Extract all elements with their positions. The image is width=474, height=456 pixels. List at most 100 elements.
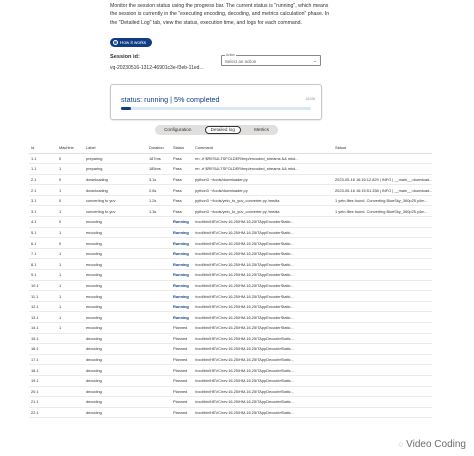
how-it-works-button[interactable]: ? How it works [110,38,153,47]
table-row[interactable]: 2.1 1 downloading 2.6s Pass python3 ~/tools/d… [29,184,432,196]
cell-status: Pass [171,195,193,207]
cell-command: /root/bin/HEVC/rev.16.25/HM-16.25/TAppDe… [193,343,333,355]
cell-command: /root/bin/HEVC/rev.16.25/HM-16.25/TAppEn… [193,258,333,271]
table-header-row: Id Machine Label Duration Status Command Stdou… [29,143,432,154]
session-id-label: Session id: [110,54,140,60]
table-row[interactable]: 5.1 1 encoding Running/root/bin/HEVC/rev.16… [29,227,432,239]
cell-stdout [333,153,432,165]
table-row[interactable]: 22.1 decoding Planned/root/bin/HEVC/rev.16… [29,407,432,419]
cell-duration: 1.3s [147,205,171,218]
progress-fill [121,107,131,110]
table-row[interactable]: 18.1 decoding Planned/root/bin/HEVC/rev.16… [29,364,432,376]
table-row[interactable]: 8.1 1 encoding Running/root/bin/HEVC/rev.16… [29,258,432,271]
table-row[interactable]: 10.1 1 encoding Running/root/bin/HEVC/rev.1… [29,280,432,292]
cell-status: Planned [171,407,193,419]
cell-id: 2.1 [29,174,57,186]
cell-machine: 0 [57,174,84,186]
action-placeholder: Select an action [225,59,257,64]
cell-stdout: 2023-05-16 16:15:51.338 | INFO | __main_… [333,184,432,196]
cell-machine: 1 [57,301,84,313]
cell-id: 11.1 [29,290,57,302]
table-row[interactable]: 16.1 decoding Planned/root/bin/HEVC/rev.16… [29,343,432,355]
cell-status: Running [171,280,193,292]
table-row[interactable]: 3.1 0 converting to yuv 1.2s Pass python3 ~/t… [29,195,432,207]
cell-duration: 3.1s [147,174,171,186]
cell-id: 1.1 [29,153,57,165]
cell-stdout: 1 yeln-files found. Converting BlueSky_3… [333,195,432,207]
cell-duration [147,333,171,345]
cell-machine [57,407,84,419]
cell-stdout [333,163,432,175]
tab-configuration[interactable]: Configuration [159,126,196,134]
cell-duration [147,311,171,323]
action-legend: Action [225,53,236,57]
cell-status: Running [171,269,193,281]
cell-duration [147,386,171,398]
wechat-icon: ◌ [398,440,404,449]
table-row[interactable]: 2.1 0 downloading 3.1s Pass python3 ~/tools/d… [29,174,432,186]
table-row[interactable]: 1.1 1 preparing 185ms Pass rm -rf $RESULTSFOL… [29,163,432,175]
cell-stdout [333,396,432,408]
cell-command: /root/bin/HEVC/rev.16.25/HM-16.25/TAppEn… [193,301,333,313]
cell-stdout [333,343,432,355]
column-header-status[interactable]: Status [171,143,193,154]
cell-machine: 0 [57,153,84,165]
table-row[interactable]: 3.1 1 converting to yuv 1.3s Pass python3 ~/t… [29,205,432,218]
tab-metrics[interactable]: Metrics [249,126,274,134]
cell-label: encoding [84,227,147,239]
column-header-id[interactable]: Id [29,143,57,154]
table-row[interactable]: 12.1 1 encoding Running/root/bin/HEVC/rev.1… [29,301,432,313]
table-row[interactable]: 21.1 decoding Planned/root/bin/HEVC/rev.16… [29,396,432,408]
table-row[interactable]: 17.1 decoding Planned/root/bin/HEVC/rev.16… [29,354,432,366]
table-row[interactable]: 20.1 decoding Planned/root/bin/HEVC/rev.16… [29,386,432,398]
cell-command: /root/bin/HEVC/rev.16.25/HM-16.25/TAppDe… [193,354,333,366]
cell-label: downloading [84,184,147,196]
table-row[interactable]: 15.1 decoding Planned/root/bin/HEVC/rev.16… [29,333,432,345]
cell-stdout [333,354,432,366]
cell-status: Planned [171,386,193,398]
table-row[interactable]: 14.1 1 encoding Planned/root/bin/HEVC/rev.1… [29,322,432,334]
cell-label: decoding [84,354,147,366]
column-header-duration[interactable]: Duration [147,143,171,154]
cell-stdout [333,322,432,334]
cell-stdout [333,364,432,376]
table-row[interactable]: 4.1 0 encoding Running/root/bin/HEVC/rev.16… [29,216,432,228]
cell-label: decoding [84,386,147,398]
table-row[interactable]: 13.1 1 encoding Running/root/bin/HEVC/rev.1… [29,311,432,323]
column-header-command[interactable]: Command [193,143,333,154]
cell-command: rm -rf $RESULTSFOLDER/tmp/encoded_stream… [193,163,333,175]
cell-duration [147,258,171,271]
cell-id: 5.1 [29,227,57,239]
cell-status: Planned [171,396,193,408]
detailed-log-table: Id Machine Label Duration Status Command Stdou… [29,143,432,419]
cell-command: /root/bin/HEVC/rev.16.25/HM-16.25/TAppDe… [193,407,333,419]
action-select[interactable]: Action Select an action ⌄ [221,53,321,66]
cell-command: /root/bin/HEVC/rev.16.25/HM-16.25/TAppEn… [193,290,333,302]
table-row[interactable]: 11.1 1 encoding Running/root/bin/HEVC/rev.1… [29,290,432,302]
table-row[interactable]: 6.1 0 encoding Running/root/bin/HEVC/rev.16… [29,237,432,249]
cell-label: converting to yuv [84,205,147,218]
cell-label: encoding [84,290,147,302]
table-row[interactable]: 7.1 1 encoding Running/root/bin/HEVC/rev.16… [29,248,432,260]
intro-line: the session is currently in the "executi… [110,11,330,18]
status-text: status: running | 5% completed [121,95,220,104]
cell-machine: 1 [57,322,84,334]
column-header-stdout[interactable]: Stdout [333,143,432,154]
cell-status: Running [171,301,193,313]
column-header-machine[interactable]: Machine [57,143,84,154]
cell-label: encoding [84,248,147,260]
table-row[interactable]: 1.1 0 preparing 187ms Pass rm -rf $RESULTSFOL… [29,153,432,165]
cell-label: decoding [84,364,147,376]
cell-duration [147,227,171,239]
table-row[interactable]: 9.1 1 encoding Running/root/bin/HEVC/rev.16… [29,269,432,281]
cell-duration [147,290,171,302]
cell-machine: 1 [57,163,84,175]
cell-duration [147,396,171,408]
cell-duration [147,364,171,376]
intro-line: the "Detailed Log" tab, view the status,… [110,19,302,26]
column-header-label[interactable]: Label [84,143,147,154]
cell-id: 9.1 [29,269,57,281]
table-row[interactable]: 19.1 decoding Planned/root/bin/HEVC/rev.16… [29,375,432,387]
tab-detailed-log[interactable]: Detailed log [204,126,241,134]
cell-status: Planned [171,354,193,366]
